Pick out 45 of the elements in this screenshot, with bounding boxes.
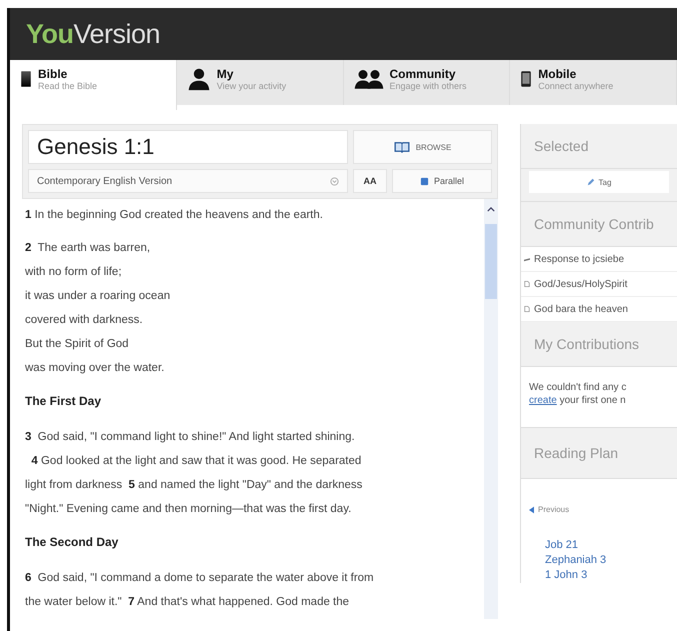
- previous-link[interactable]: Previous: [529, 505, 677, 514]
- verse-text: the water below it." 7 And that's what happened. God made the: [25, 595, 350, 610]
- document-icon: [524, 281, 530, 287]
- verse-text: 4 God looked at the light and saw that it was good. He separated: [30, 454, 362, 469]
- browse-button[interactable]: BROWSE: [353, 130, 492, 164]
- verse-text: 2 The earth was barren,: [25, 241, 152, 256]
- tag-button[interactable]: Tag: [529, 171, 669, 193]
- reading-link[interactable]: 1 John 3: [545, 568, 677, 583]
- section-heading: The Second Day: [25, 535, 118, 549]
- section-heading: The First Day: [25, 394, 102, 408]
- font-size-button[interactable]: AA: [353, 169, 387, 193]
- reading-link[interactable]: Zephaniah 3: [545, 553, 677, 568]
- create-link[interactable]: create: [529, 395, 557, 406]
- verse-text: light from darkness 5 and named the light "Day" and the darkness: [25, 478, 364, 493]
- verse-text: 6 God said, "I command a dome to separate the water above it from: [25, 571, 375, 586]
- person-icon: [186, 67, 211, 91]
- scroll-up-icon[interactable]: [487, 207, 495, 212]
- version-select[interactable]: Contemporary English Version: [28, 169, 348, 193]
- verse-text: "Night." Evening came and then morning—that was the first day.: [25, 502, 352, 517]
- document-icon: [524, 306, 530, 312]
- reference-field[interactable]: Genesis 1:1: [28, 130, 348, 164]
- verse-text: was moving over the water.: [25, 361, 166, 376]
- left-arrow-icon: [529, 506, 534, 514]
- scroll-thumb[interactable]: [485, 224, 497, 299]
- verse-text: 1 In the beginning God created the heavens and the earth.: [25, 208, 324, 223]
- nav-tab[interactable]: My View your activity: [176, 60, 344, 105]
- verse-text: covered with darkness.: [25, 313, 144, 328]
- nav-tab[interactable]: Mobile Connect anywhere: [510, 60, 677, 105]
- contribution-item[interactable]: God/Jesus/HolySpirit: [521, 272, 677, 297]
- nav-tab[interactable]: Community Engage with others: [344, 60, 510, 105]
- verse-text: 3 God said, "I command light to shine!" And light started shining.: [25, 430, 356, 445]
- reading-link[interactable]: Job 21: [545, 538, 677, 553]
- parallel-button[interactable]: Parallel: [392, 169, 492, 193]
- verse-text: But the Spirit of God: [25, 337, 130, 352]
- people-icon: [354, 67, 384, 91]
- scrollbar[interactable]: [484, 199, 498, 619]
- verse-text: it was under a roaring ocean: [25, 289, 172, 304]
- verse-text: with no form of life;: [25, 265, 123, 280]
- panel-title: Selected: [534, 138, 588, 154]
- logo[interactable]: YouVersion: [26, 18, 160, 50]
- panel-title: My Contributions: [534, 336, 640, 352]
- panel-title: Community Contrib: [534, 216, 654, 232]
- panel-title: Reading Plan: [534, 445, 618, 461]
- contribution-item[interactable]: Response to jcsiebe: [521, 247, 677, 272]
- dropdown-icon: [330, 176, 339, 186]
